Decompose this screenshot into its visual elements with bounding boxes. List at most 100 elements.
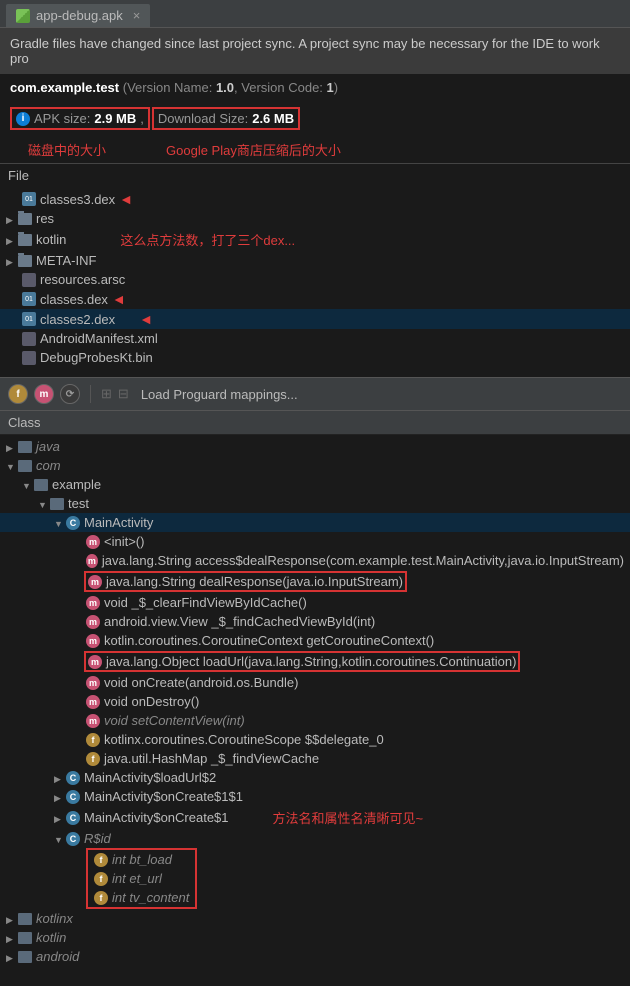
method-icon: m [86, 634, 100, 648]
tab-bar: app-debug.apk × [0, 0, 630, 28]
chevron-down-icon: ▼ [22, 481, 30, 489]
method-icon: m [86, 676, 100, 690]
method-getcontext[interactable]: m kotlin.coroutines.CoroutineContext get… [0, 631, 630, 650]
method-findcached[interactable]: m android.view.View _$_findCachedViewByI… [0, 612, 630, 631]
class-loadurl2[interactable]: ▶ C MainActivity$loadUrl$2 [0, 768, 630, 787]
method-icon: m [86, 714, 100, 728]
info-icon[interactable]: i [16, 112, 30, 126]
class-icon: C [66, 771, 80, 785]
method-init[interactable]: m <init>() [0, 532, 630, 551]
file-icon [22, 351, 36, 365]
dex-icon: 01 [22, 312, 36, 326]
field-viewcache[interactable]: f java.util.HashMap _$_findViewCache [0, 749, 630, 768]
method-loadurl[interactable]: m java.lang.Object loadUrl(java.lang.Str… [0, 650, 630, 673]
download-size-value: 2.6 MB [252, 111, 294, 126]
field-btload[interactable]: f int bt_load [88, 850, 195, 869]
class-oncreate1[interactable]: ▶ C MainActivity$onCreate$1 方法名和属性名清晰可见~ [0, 806, 630, 829]
package-icon [34, 479, 48, 491]
annotation-row: 磁盘中的大小 Google Play商店压缩后的大小 [0, 136, 630, 163]
package-name: com.example.test [10, 80, 119, 95]
file-res[interactable]: ▶ res [0, 209, 630, 228]
field-tvcontent[interactable]: f int tv_content [88, 888, 195, 907]
chevron-right-icon: ▶ [6, 215, 14, 223]
field-delegate[interactable]: f kotlinx.coroutines.CoroutineScope $$de… [0, 730, 630, 749]
size-bar: i APK size: 2.9 MB, Download Size: 2.6 M… [0, 101, 630, 136]
file-manifest[interactable]: AndroidManifest.xml [0, 329, 630, 348]
package-icon [18, 932, 32, 944]
version-code-value: 1 [327, 80, 334, 95]
file-classes[interactable]: 01 classes.dex ◄ [0, 289, 630, 309]
chevron-down-icon: ▼ [54, 835, 62, 843]
pkg-kotlin2[interactable]: ▶ kotlin [0, 928, 630, 947]
pkg-java[interactable]: ▶ java [0, 437, 630, 456]
arrow-annotation: ◄ [139, 311, 153, 327]
annot-disk-size: 磁盘中的大小 [28, 140, 106, 159]
class-tree: ▶ java ▼ com ▼ example ▼ test ▼ C MainAc… [0, 435, 630, 986]
arrow-annotation: ◄ [119, 191, 133, 207]
class-icon: C [66, 790, 80, 804]
fields-filter-button[interactable]: f [8, 384, 28, 404]
chevron-down-icon: ▼ [54, 519, 62, 527]
annot-play-size: Google Play商店压缩后的大小 [166, 140, 341, 159]
pkg-com[interactable]: ▼ com [0, 456, 630, 475]
file-debugprobes[interactable]: DebugProbesKt.bin [0, 348, 630, 367]
apk-icon [16, 9, 30, 23]
close-icon[interactable]: × [133, 8, 141, 23]
dex-icon: 01 [22, 292, 36, 306]
load-proguard-button[interactable]: Load Proguard mappings... [141, 387, 298, 402]
class-icon: C [66, 811, 80, 825]
pkg-android[interactable]: ▶ android [0, 947, 630, 966]
method-dealresponse[interactable]: m java.lang.String dealResponse(java.io.… [0, 570, 630, 593]
file-tab[interactable]: app-debug.apk × [6, 4, 150, 27]
file-icon [22, 273, 36, 287]
references-filter-button[interactable]: ⟳ [60, 384, 80, 404]
tree-icon[interactable]: ⊞ [101, 386, 112, 402]
class-rid[interactable]: ▼ C R$id [0, 829, 630, 848]
chevron-right-icon: ▶ [6, 934, 14, 942]
file-kotlin[interactable]: ▶ kotlin 这么点方法数，打了三个dex... [0, 228, 630, 251]
chevron-right-icon: ▶ [6, 443, 14, 451]
pkg-test[interactable]: ▼ test [0, 494, 630, 513]
class-oncreate11[interactable]: ▶ C MainActivity$onCreate$1$1 [0, 787, 630, 806]
package-icon [50, 498, 64, 510]
field-icon: f [94, 872, 108, 886]
methods-filter-button[interactable]: m [34, 384, 54, 404]
method-oncreate[interactable]: m void onCreate(android.os.Bundle) [0, 673, 630, 692]
method-setcontent[interactable]: m void setContentView(int) [0, 711, 630, 730]
method-icon: m [88, 655, 102, 669]
download-size-box: Download Size: 2.6 MB [152, 107, 300, 130]
file-classes2[interactable]: 01 classes2.dex ◄ [0, 309, 630, 329]
method-ondestroy[interactable]: m void onDestroy() [0, 692, 630, 711]
file-tree: 01 classes3.dex ◄ ▶ res ▶ kotlin 这么点方法数，… [0, 187, 630, 377]
class-mainactivity[interactable]: ▼ C MainActivity [0, 513, 630, 532]
file-resources[interactable]: resources.arsc [0, 270, 630, 289]
version-name-label: (Version Name: [123, 80, 213, 95]
arrow-annotation: ◄ [112, 291, 126, 307]
apk-size-value: 2.9 MB [94, 111, 136, 126]
tab-title: app-debug.apk [36, 8, 123, 23]
pkg-example[interactable]: ▼ example [0, 475, 630, 494]
method-icon: m [86, 695, 100, 709]
chevron-right-icon: ▶ [54, 814, 62, 822]
method-clearcache[interactable]: m void _$_clearFindViewByIdCache() [0, 593, 630, 612]
field-eturl[interactable]: f int et_url [88, 869, 195, 888]
field-icon: f [94, 891, 108, 905]
class-icon: C [66, 516, 80, 530]
file-classes3[interactable]: 01 classes3.dex ◄ [0, 189, 630, 209]
field-icon: f [94, 853, 108, 867]
method-icon: m [86, 615, 100, 629]
method-access-dealresponse[interactable]: m java.lang.String access$dealResponse(c… [0, 551, 630, 570]
package-icon [18, 441, 32, 453]
annot-dex: 这么点方法数，打了三个dex... [120, 230, 295, 249]
sync-banner: Gradle files have changed since last pro… [0, 28, 630, 74]
package-icon [18, 913, 32, 925]
chevron-right-icon: ▶ [6, 915, 14, 923]
field-icon: f [86, 733, 100, 747]
file-metainf[interactable]: ▶ META-INF [0, 251, 630, 270]
field-icon: f [86, 752, 100, 766]
chevron-right-icon: ▶ [6, 257, 14, 265]
method-icon: m [88, 575, 102, 589]
tree-icon-2[interactable]: ⊟ [118, 386, 129, 402]
pkg-kotlinx[interactable]: ▶ kotlinx [0, 909, 630, 928]
folder-icon [18, 255, 32, 267]
